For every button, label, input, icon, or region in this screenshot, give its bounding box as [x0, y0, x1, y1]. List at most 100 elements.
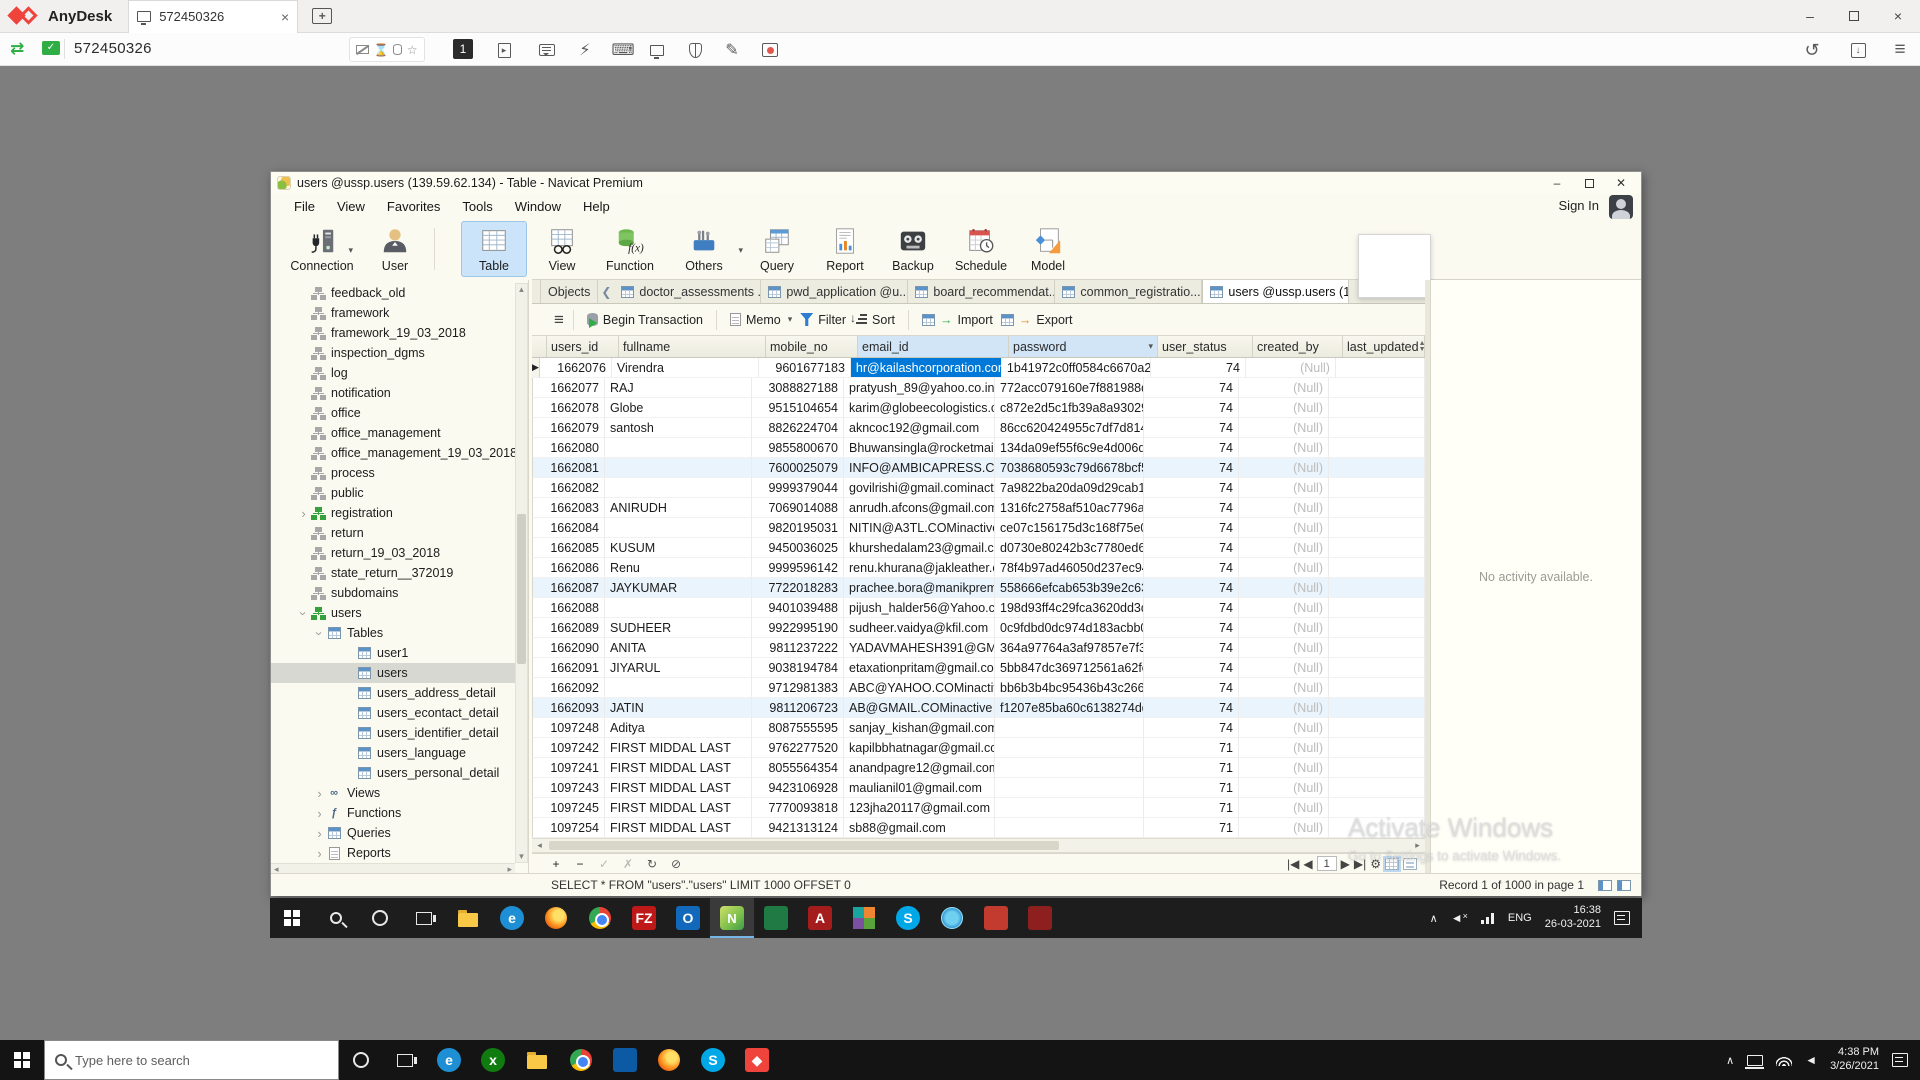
- cell-password[interactable]: [995, 798, 1144, 818]
- query-button[interactable]: Query: [744, 221, 810, 277]
- cell-created-by[interactable]: (Null): [1239, 678, 1329, 698]
- table-button[interactable]: Table: [461, 221, 527, 277]
- device-icon[interactable]: [1747, 1055, 1763, 1066]
- cell-last-updated[interactable]: [1329, 778, 1425, 798]
- cortana-icon[interactable]: [339, 1040, 383, 1080]
- cell-users-id[interactable]: 1662078: [533, 398, 605, 418]
- cell-email-id[interactable]: etaxationpritam@gmail.con: [844, 658, 995, 678]
- table-row[interactable]: 1662078 Globe 9515104654 karim@globeecol…: [532, 398, 1425, 418]
- cell-users-id[interactable]: 1662087: [533, 578, 605, 598]
- cell-mobile-no[interactable]: 9855800670: [752, 438, 844, 458]
- others-button[interactable]: Others ▾: [671, 221, 737, 277]
- hidden-icons-chevron[interactable]: ∧: [1430, 912, 1438, 925]
- session-settings-icon[interactable]: ▸: [492, 38, 516, 62]
- minimize-button[interactable]: –: [1541, 173, 1573, 193]
- cell-last-updated[interactable]: [1329, 758, 1425, 778]
- cell-email-id[interactable]: AB@GMAIL.COMinactive: [844, 698, 995, 718]
- cell-password[interactable]: d0730e80242b3c7780ed60d9: [995, 538, 1144, 558]
- skype-icon[interactable]: S: [691, 1040, 735, 1080]
- scroll-right-icon[interactable]: ▸: [507, 864, 512, 873]
- cell-created-by[interactable]: (Null): [1239, 658, 1329, 678]
- cell-password[interactable]: 5bb847dc369712561a62fe0af: [995, 658, 1144, 678]
- cell-users-id[interactable]: 1662089: [533, 618, 605, 638]
- cell-users-id[interactable]: 1097243: [533, 778, 605, 798]
- navicat-titlebar[interactable]: users @ussp.users (139.59.62.134) - Tabl…: [271, 172, 1641, 194]
- permissions-shield-icon[interactable]: [683, 38, 707, 62]
- cell-created-by[interactable]: (Null): [1239, 398, 1329, 418]
- column-header-email-id[interactable]: email_id: [858, 336, 1009, 357]
- cell-users-id[interactable]: 1097248: [533, 718, 605, 738]
- cell-password[interactable]: 7038680593c79d6678bcf5a81: [995, 458, 1144, 478]
- cell-mobile-no[interactable]: 9999596142: [752, 558, 844, 578]
- cell-users-id[interactable]: 1662080: [533, 438, 605, 458]
- cell-fullname[interactable]: ANITA: [605, 638, 752, 658]
- cell-user-status[interactable]: 74: [1144, 478, 1239, 498]
- cell-user-status[interactable]: 74: [1144, 538, 1239, 558]
- chrome-icon[interactable]: [559, 1040, 603, 1080]
- cell-mobile-no[interactable]: 9811206723: [752, 698, 844, 718]
- display-icon[interactable]: [645, 38, 669, 62]
- cell-mobile-no[interactable]: 9515104654: [752, 398, 844, 418]
- chevron-icon[interactable]: ›: [313, 787, 326, 800]
- cell-fullname[interactable]: Aditya: [605, 718, 752, 738]
- menu-tools[interactable]: Tools: [453, 196, 501, 217]
- table-row[interactable]: 1097254 FIRST MIDDAL LAST 9421313124 sb8…: [532, 818, 1425, 838]
- add-record-button[interactable]: +: [544, 857, 568, 871]
- action-center-icon[interactable]: [1892, 1053, 1908, 1067]
- tree-item[interactable]: users_identifier_detail: [271, 723, 521, 743]
- cell-email-id[interactable]: maulianil01@gmail.com: [844, 778, 995, 798]
- cell-users-id[interactable]: 1662076: [540, 358, 612, 378]
- chevron-icon[interactable]: ›: [313, 827, 326, 840]
- cell-email-id[interactable]: Bhuwansingla@rocketmail.c: [844, 438, 995, 458]
- tree-item[interactable]: › ƒ Functions: [271, 803, 521, 823]
- cell-users-id[interactable]: 1662083: [533, 498, 605, 518]
- cell-user-status[interactable]: 74: [1144, 678, 1239, 698]
- tree-item[interactable]: › registration: [271, 503, 521, 523]
- column-header-user-status[interactable]: user_status: [1158, 336, 1253, 357]
- cell-fullname[interactable]: FIRST MIDDAL LAST: [605, 798, 752, 818]
- menu-favorites[interactable]: Favorites: [378, 196, 449, 217]
- apply-button[interactable]: ✓: [592, 857, 616, 871]
- user-button[interactable]: User: [362, 221, 428, 277]
- cell-email-id[interactable]: karim@globeecologistics.co: [844, 398, 995, 418]
- action-center-icon[interactable]: [1614, 911, 1630, 925]
- chevron-icon[interactable]: ›: [313, 847, 326, 860]
- cell-last-updated[interactable]: [1329, 498, 1425, 518]
- cell-password[interactable]: 198d93ff4c29fca3620dd3d56: [995, 598, 1144, 618]
- document-tab[interactable]: board_recommendat...: [908, 280, 1055, 303]
- cell-mobile-no[interactable]: 7600025079: [752, 458, 844, 478]
- cell-created-by[interactable]: (Null): [1239, 618, 1329, 638]
- cell-fullname[interactable]: FIRST MIDDAL LAST: [605, 758, 752, 778]
- document-tab[interactable]: doctor_assessments ...: [614, 280, 761, 303]
- minimize-button[interactable]: –: [1788, 0, 1832, 32]
- cell-fullname[interactable]: FIRST MIDDAL LAST: [605, 738, 752, 758]
- cell-email-id[interactable]: YADAVMAHESH391@GMAII: [844, 638, 995, 658]
- tree-item[interactable]: process: [271, 463, 521, 483]
- cell-last-updated[interactable]: [1329, 538, 1425, 558]
- cell-email-id[interactable]: kapilbbhatnagar@gmail.cor: [844, 738, 995, 758]
- cell-mobile-no[interactable]: 9922995190: [752, 618, 844, 638]
- table-row[interactable]: 1662080 9855800670 Bhuwansingla@rocketma…: [532, 438, 1425, 458]
- cell-users-id[interactable]: 1097245: [533, 798, 605, 818]
- cell-email-id[interactable]: 123jha20117@gmail.com: [844, 798, 995, 818]
- cell-created-by[interactable]: (Null): [1239, 638, 1329, 658]
- connection-button[interactable]: Connection ▾: [289, 221, 355, 277]
- chevron-icon[interactable]: ›: [297, 607, 310, 620]
- dropdown-caret-icon[interactable]: ▾: [738, 245, 743, 256]
- scroll-thumb[interactable]: [549, 841, 1059, 850]
- form-view-icon[interactable]: [1617, 880, 1631, 891]
- cell-users-id[interactable]: 1097242: [533, 738, 605, 758]
- cell-email-id[interactable]: ABC@YAHOO.COMinactive: [844, 678, 995, 698]
- cell-user-status[interactable]: 74: [1144, 518, 1239, 538]
- cell-mobile-no[interactable]: 7069014088: [752, 498, 844, 518]
- cell-users-id[interactable]: 1097254: [533, 818, 605, 838]
- document-tab[interactable]: users @ussp.users (1...: [1202, 280, 1349, 303]
- tree-item[interactable]: notification: [271, 383, 521, 403]
- cell-fullname[interactable]: [605, 478, 752, 498]
- cell-created-by[interactable]: (Null): [1239, 558, 1329, 578]
- outlook-icon[interactable]: O: [666, 898, 710, 938]
- close-button[interactable]: ✕: [1605, 173, 1637, 193]
- cell-email-id[interactable]: sudheer.vaidya@kfil.com: [844, 618, 995, 638]
- discard-button[interactable]: ✗: [616, 857, 640, 871]
- tree-item[interactable]: return: [271, 523, 521, 543]
